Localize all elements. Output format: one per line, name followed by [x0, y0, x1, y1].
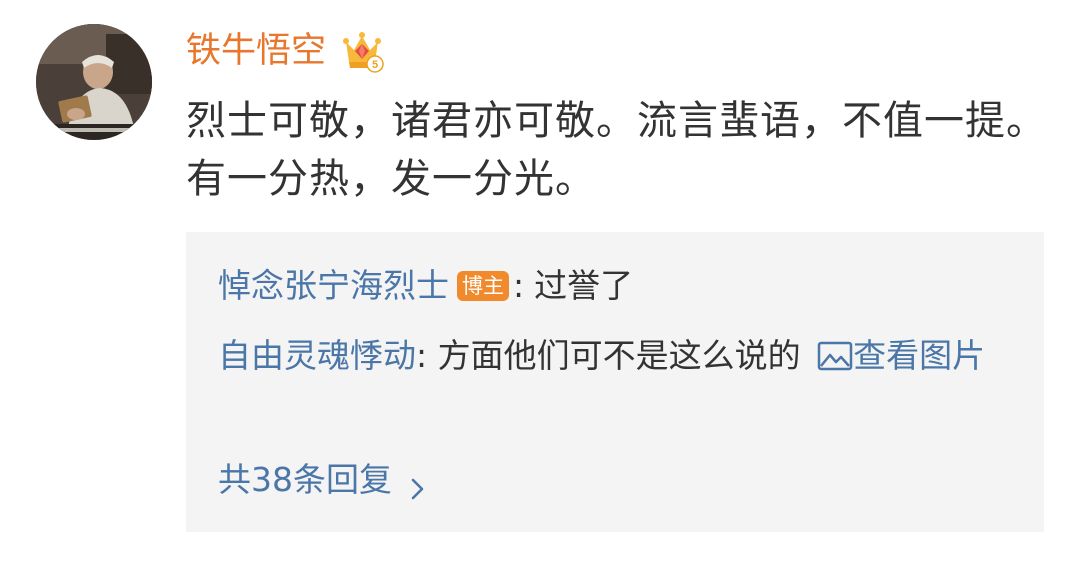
chevron-right-icon [408, 465, 428, 500]
view-image-label: 查看图片 [853, 336, 986, 375]
comment-item[interactable]: 悼念张宁海烈士 博主 : 过誉了 [218, 258, 633, 314]
comment-author[interactable]: 悼念张宁海烈士 [218, 258, 449, 314]
view-image-link[interactable]: 查看图片 [811, 336, 985, 375]
avatar-photo [36, 24, 152, 140]
post-header: 铁牛悟空 5 [186, 26, 384, 76]
comment-separator: : [416, 336, 428, 375]
comment-item[interactable]: 自由灵魂悸动: 方面他们可不是这么说的 查看图片 [218, 328, 1018, 384]
comment-author[interactable]: 自由灵魂悸动 [218, 336, 416, 375]
comment-section: 悼念张宁海烈士 博主 : 过誉了 自由灵魂悸动: 方面他们可不是这么说的 查看图… [186, 232, 1044, 532]
comment-text: 方面他们可不是这么说的 [437, 336, 801, 375]
view-replies-link[interactable]: 共38条回复 [218, 452, 428, 508]
comment-text: 过誉了 [534, 266, 634, 305]
avatar[interactable] [36, 24, 152, 140]
comment-separator: : [513, 266, 525, 305]
blogger-badge: 博主 [457, 271, 509, 301]
username[interactable]: 铁牛悟空 [186, 26, 326, 76]
post-text: 烈士可敬，诸君亦可敬。流言蜚语，不值一提。有一分热，发一分光。 [186, 98, 1047, 202]
vip-level: 5 [372, 59, 378, 71]
crown-gem-icon[interactable]: 5 [340, 28, 384, 74]
replies-count-label: 共38条回复 [218, 460, 392, 499]
image-icon [817, 332, 853, 371]
